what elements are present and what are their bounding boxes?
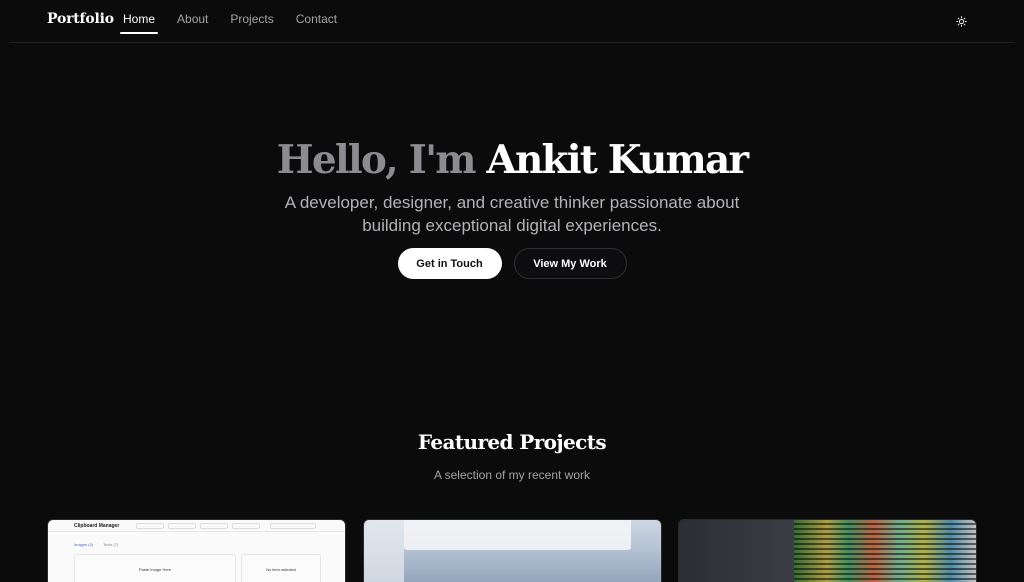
- card-app-title: Clipboard Manager: [74, 523, 120, 529]
- card-app-tab: [200, 523, 228, 529]
- hero-greeting: Hello, I'm: [276, 137, 477, 183]
- card-app-tab: [136, 523, 164, 529]
- hero-name: Ankit Kumar: [486, 137, 749, 183]
- get-in-touch-button[interactable]: Get in Touch: [397, 248, 502, 279]
- nav-links: Home About Projects Contact: [119, 12, 359, 35]
- card-app-tab: [168, 523, 196, 529]
- card-panel-title: Paste Image Here: [138, 567, 172, 572]
- hero-buttons: Get in Touch View My Work: [0, 248, 1024, 279]
- card-image-shade: [679, 520, 794, 582]
- view-my-work-button[interactable]: View My Work: [513, 248, 627, 279]
- nav-link-contact[interactable]: Contact: [296, 12, 337, 35]
- featured-projects-header: Featured Projects A selection of my rece…: [0, 430, 1024, 482]
- nav-link-projects[interactable]: Projects: [230, 12, 273, 35]
- card-app-panel: Paste Image Here: [74, 554, 236, 582]
- hero-title: Hello, I'm Ankit Kumar: [0, 133, 1024, 187]
- card-app-subtab: Texts (7): [103, 542, 119, 547]
- card-image-code: [794, 520, 976, 582]
- featured-title: Featured Projects: [417, 430, 607, 454]
- card-panel-title: No item selected: [266, 567, 296, 572]
- card-app-search: [270, 523, 316, 529]
- hero-subtitle: A developer, designer, and creative thin…: [284, 193, 740, 235]
- project-card-clipboard-manager[interactable]: Clipboard Manager Images (4) Texts (7) P…: [47, 519, 346, 582]
- brand-logo[interactable]: Portfolio: [47, 11, 114, 27]
- project-card-laptop[interactable]: [363, 519, 662, 582]
- card-image-screen: [404, 520, 631, 550]
- card-app-tab: [232, 523, 260, 529]
- card-app-bar: Clipboard Manager: [48, 520, 345, 532]
- project-card-code[interactable]: [678, 519, 977, 582]
- card-app-subtab: Images (4): [74, 542, 94, 547]
- nav-link-home[interactable]: Home: [119, 12, 159, 35]
- featured-subtitle: A selection of my recent work: [433, 468, 591, 482]
- hero-section: Hello, I'm Ankit Kumar A developer, desi…: [0, 133, 1024, 279]
- theme-toggle-button[interactable]: [951, 11, 971, 31]
- project-cards: Clipboard Manager Images (4) Texts (7) P…: [47, 519, 977, 582]
- card-image-blur: [364, 520, 404, 582]
- nav-link-about[interactable]: About: [177, 12, 208, 35]
- sun-icon: [955, 15, 967, 27]
- card-app-panel: No item selected: [241, 554, 321, 582]
- top-navbar: Portfolio Home About Projects Contact: [10, 0, 1014, 43]
